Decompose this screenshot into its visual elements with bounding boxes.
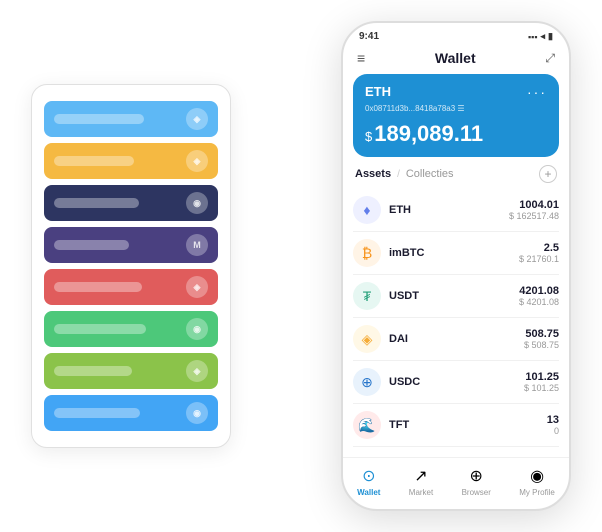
bottom-nav: ⊙ Wallet ↗ Market ⊕ Browser ◉ My Profile: [343, 457, 569, 509]
status-bar: 9:41 ▪▪▪ ◂ ▮: [343, 23, 569, 46]
nav-item-wallet[interactable]: ⊙ Wallet: [357, 466, 380, 497]
wifi-icon: ◂: [541, 31, 546, 42]
assets-header: Assets / Collecties +: [343, 165, 569, 189]
card-item[interactable]: ◉: [44, 395, 218, 431]
card-item[interactable]: ◈: [44, 353, 218, 389]
asset-name: TFT: [389, 419, 547, 431]
nav-icon: ⊙: [362, 466, 375, 486]
asset-row[interactable]: ₿ imBTC2.5$ 21760.1: [353, 232, 559, 275]
eth-card[interactable]: ETH ··· 0x08711d3b...8418a78a3 ☰ $189,08…: [353, 74, 559, 157]
asset-name: DAI: [389, 333, 524, 345]
eth-label: ETH: [365, 84, 391, 99]
asset-row[interactable]: ♦ ETH1004.01$ 162517.48: [353, 189, 559, 232]
asset-icon: ⊕: [353, 368, 381, 396]
asset-icon: ₮: [353, 282, 381, 310]
asset-name: USDT: [389, 290, 519, 302]
card-item[interactable]: ◈: [44, 101, 218, 137]
asset-icon: 🌊: [353, 411, 381, 439]
asset-amount: 13: [547, 414, 559, 426]
time: 9:41: [359, 31, 379, 42]
asset-name: imBTC: [389, 247, 519, 259]
asset-row[interactable]: ◈ DAI508.75$ 508.75: [353, 318, 559, 361]
asset-values: 4201.08$ 4201.08: [519, 285, 559, 307]
asset-usd: $ 162517.48: [509, 211, 559, 221]
nav-item-browser[interactable]: ⊕ Browser: [462, 466, 491, 497]
header-title: Wallet: [435, 50, 476, 66]
card-item[interactable]: ◈: [44, 269, 218, 305]
status-icons: ▪▪▪ ◂ ▮: [528, 31, 553, 42]
phone: 9:41 ▪▪▪ ◂ ▮ ≡ Wallet ⤢ ETH ··· 0x08711d…: [341, 21, 571, 511]
asset-icon: ♦: [353, 196, 381, 224]
card-item[interactable]: ◉: [44, 185, 218, 221]
signal-icon: ▪▪▪: [528, 32, 538, 42]
asset-row[interactable]: ₮ USDT4201.08$ 4201.08: [353, 275, 559, 318]
battery-icon: ▮: [548, 31, 553, 42]
nav-icon: ⊕: [470, 466, 483, 486]
asset-icon: ◈: [353, 325, 381, 353]
card-item[interactable]: M: [44, 227, 218, 263]
asset-amount: 508.75: [524, 328, 559, 340]
asset-usd: $ 4201.08: [519, 297, 559, 307]
nav-item-market[interactable]: ↗ Market: [409, 466, 433, 497]
scene: ◈ ◈ ◉ M ◈ ◉ ◈ ◉ 9:41 ▪▪▪ ◂ ▮ ≡ Wallet ⤢ ETH ···…: [11, 11, 591, 521]
nav-label: Browser: [462, 488, 491, 497]
asset-values: 101.25$ 101.25: [524, 371, 559, 393]
card-stack: ◈ ◈ ◉ M ◈ ◉ ◈ ◉: [31, 84, 231, 448]
asset-row[interactable]: ⊕ USDC101.25$ 101.25: [353, 361, 559, 404]
asset-amount: 2.5: [519, 242, 559, 254]
asset-amount: 4201.08: [519, 285, 559, 297]
tab-assets[interactable]: Assets: [355, 168, 391, 180]
eth-balance-symbol: $: [365, 129, 372, 144]
nav-label: Wallet: [357, 488, 380, 497]
expand-icon[interactable]: ⤢: [545, 51, 555, 66]
eth-balance-value: 189,089.11: [374, 121, 483, 146]
asset-name: USDC: [389, 376, 524, 388]
asset-usd: $ 21760.1: [519, 254, 559, 264]
asset-values: 2.5$ 21760.1: [519, 242, 559, 264]
asset-amount: 101.25: [524, 371, 559, 383]
add-asset-button[interactable]: +: [539, 165, 557, 183]
eth-more-icon[interactable]: ···: [527, 84, 547, 100]
eth-balance: $189,089.11: [365, 121, 547, 147]
asset-usd: 0: [547, 426, 559, 436]
nav-icon: ↗: [414, 466, 427, 486]
tab-divider: /: [397, 169, 400, 180]
tab-collecties[interactable]: Collecties: [406, 168, 454, 180]
card-item[interactable]: ◈: [44, 143, 218, 179]
nav-label: Market: [409, 488, 433, 497]
asset-name: ETH: [389, 204, 509, 216]
asset-row[interactable]: 🌊 TFT130: [353, 404, 559, 447]
nav-icon: ◉: [530, 466, 544, 486]
card-item[interactable]: ◉: [44, 311, 218, 347]
phone-header: ≡ Wallet ⤢: [343, 46, 569, 74]
eth-address: 0x08711d3b...8418a78a3 ☰: [365, 104, 547, 113]
asset-usd: $ 508.75: [524, 340, 559, 350]
menu-icon[interactable]: ≡: [357, 50, 365, 66]
asset-usd: $ 101.25: [524, 383, 559, 393]
asset-values: 130: [547, 414, 559, 436]
asset-values: 508.75$ 508.75: [524, 328, 559, 350]
nav-item-my-profile[interactable]: ◉ My Profile: [519, 466, 555, 497]
assets-tabs: Assets / Collecties: [355, 168, 454, 180]
nav-label: My Profile: [519, 488, 555, 497]
asset-values: 1004.01$ 162517.48: [509, 199, 559, 221]
asset-amount: 1004.01: [509, 199, 559, 211]
asset-icon: ₿: [353, 239, 381, 267]
asset-list: ♦ ETH1004.01$ 162517.48 ₿ imBTC2.5$ 21760.1…: [343, 189, 569, 457]
